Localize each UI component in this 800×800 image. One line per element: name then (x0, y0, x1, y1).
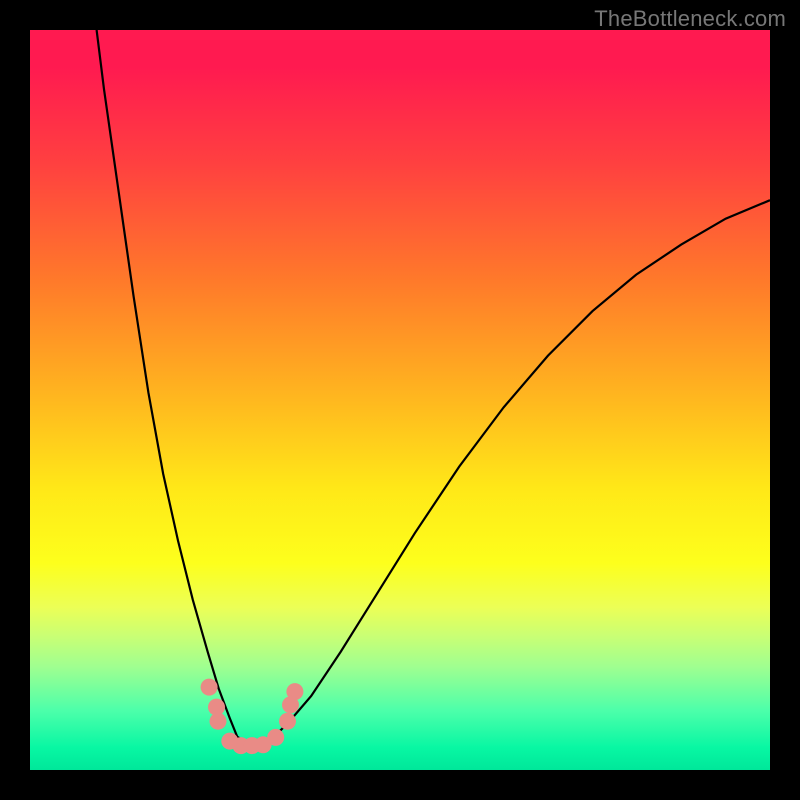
marker-dot (201, 679, 218, 696)
marker-dots (201, 679, 304, 755)
watermark-text: TheBottleneck.com (594, 6, 786, 32)
chart-frame: TheBottleneck.com (0, 0, 800, 800)
chart-svg (30, 30, 770, 770)
marker-dot (267, 729, 284, 746)
marker-dot (279, 713, 296, 730)
bottleneck-curve (97, 30, 770, 744)
marker-dot (210, 713, 227, 730)
plot-area (30, 30, 770, 770)
marker-dot (286, 683, 303, 700)
